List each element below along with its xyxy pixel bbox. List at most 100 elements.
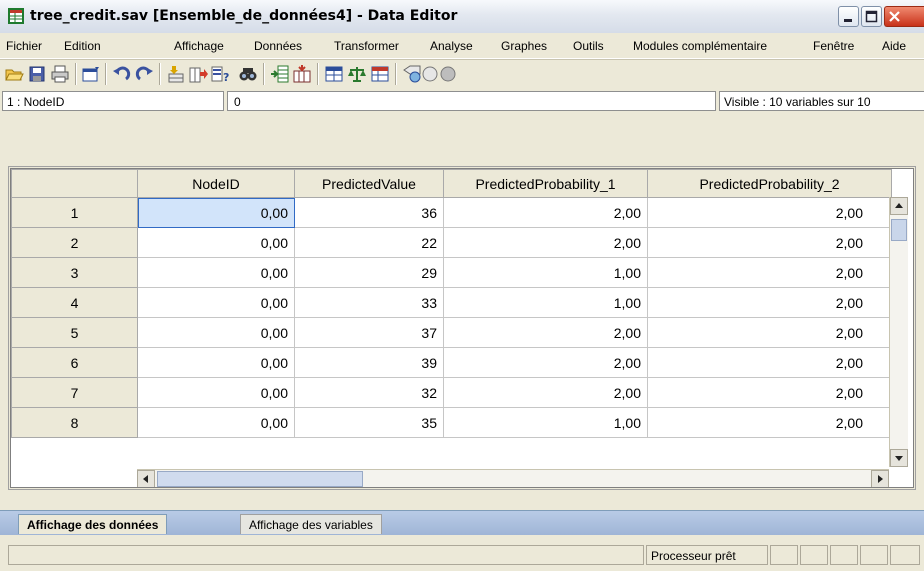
- table-cell[interactable]: 0,00: [137, 317, 295, 348]
- menu-fenetre[interactable]: Fenêtre: [813, 39, 854, 53]
- cell-value-input[interactable]: 0: [227, 91, 716, 111]
- table-cell[interactable]: 0,00: [137, 257, 295, 288]
- dialog-recall-icon[interactable]: [81, 64, 101, 84]
- row-number[interactable]: 3: [11, 257, 138, 288]
- goto-case-icon[interactable]: [166, 64, 186, 84]
- menu-fichier[interactable]: Fichier: [6, 39, 42, 53]
- table-cell[interactable]: 2,00: [647, 347, 892, 378]
- table-cell[interactable]: 36: [294, 197, 444, 228]
- table-cell[interactable]: 2,00: [647, 377, 892, 408]
- table-cell[interactable]: 0,00: [137, 227, 295, 258]
- menu-graphes[interactable]: Graphes: [501, 39, 547, 53]
- table-cell[interactable]: 2,00: [647, 197, 892, 228]
- scroll-right-button[interactable]: [871, 470, 889, 487]
- status-field: [890, 545, 920, 565]
- close-button[interactable]: [884, 6, 924, 27]
- table-cell[interactable]: 2,00: [647, 257, 892, 288]
- scroll-down-button[interactable]: [890, 449, 908, 467]
- use-sets-icon[interactable]: [420, 64, 440, 84]
- table-row: 8 0,00 35 1,00 2,00: [11, 407, 892, 438]
- menu-transformer[interactable]: Transformer: [334, 39, 399, 53]
- weight-cases-icon[interactable]: [347, 64, 367, 84]
- row-number[interactable]: 2: [11, 227, 138, 258]
- table-cell[interactable]: 2,00: [647, 287, 892, 318]
- menu-aide[interactable]: Aide: [882, 39, 906, 53]
- table-cell[interactable]: 1,00: [443, 407, 648, 438]
- menu-affichage[interactable]: Affichage: [174, 39, 224, 53]
- row-number[interactable]: 5: [11, 317, 138, 348]
- toolbar-separator: [395, 63, 397, 85]
- show-all-variables-icon[interactable]: [438, 64, 458, 84]
- vertical-scrollbar[interactable]: [889, 197, 908, 467]
- table-cell[interactable]: 32: [294, 377, 444, 408]
- table-cell[interactable]: 2,00: [443, 197, 648, 228]
- print-icon[interactable]: [50, 64, 70, 84]
- table-cell[interactable]: 0,00: [137, 287, 295, 318]
- menu-outils[interactable]: Outils: [573, 39, 604, 53]
- select-cases-icon[interactable]: [370, 64, 390, 84]
- table-cell[interactable]: 2,00: [443, 227, 648, 258]
- insert-variable-icon[interactable]: [292, 64, 312, 84]
- row-number[interactable]: 1: [11, 197, 138, 228]
- row-number[interactable]: 6: [11, 347, 138, 378]
- table-cell[interactable]: 29: [294, 257, 444, 288]
- horizontal-scrollbar[interactable]: [137, 469, 889, 487]
- table-cell[interactable]: 2,00: [647, 227, 892, 258]
- redo-icon[interactable]: [134, 64, 154, 84]
- table-cell[interactable]: 0,00: [137, 197, 295, 228]
- column-header-predictedprobability-2[interactable]: PredictedProbability_2: [647, 169, 892, 198]
- horizontal-scroll-thumb[interactable]: [157, 471, 363, 487]
- scroll-left-button[interactable]: [137, 470, 155, 487]
- table-row: 3 0,00 29 1,00 2,00: [11, 257, 892, 288]
- find-icon[interactable]: [238, 64, 258, 84]
- maximize-icon: [865, 10, 878, 23]
- goto-variable-icon[interactable]: [188, 64, 208, 84]
- table-cell[interactable]: 35: [294, 407, 444, 438]
- toolbar-separator: [317, 63, 319, 85]
- table-cell[interactable]: 33: [294, 287, 444, 318]
- undo-icon[interactable]: [112, 64, 132, 84]
- menu-analyse[interactable]: Analyse: [430, 39, 473, 53]
- minimize-button[interactable]: [838, 6, 859, 27]
- menu-modules[interactable]: Modules complémentaire: [633, 39, 767, 53]
- menu-edition[interactable]: Edition: [64, 39, 101, 53]
- table-cell[interactable]: 2,00: [647, 407, 892, 438]
- corner-cell[interactable]: [11, 169, 138, 198]
- visible-variables-info: Visible : 10 variables sur 10: [719, 91, 924, 111]
- tab-data-view[interactable]: Affichage des données: [18, 514, 168, 534]
- open-icon[interactable]: [4, 64, 24, 84]
- split-file-icon[interactable]: [324, 64, 344, 84]
- value-labels-icon[interactable]: [402, 64, 422, 84]
- title-bar[interactable]: tree_credit.sav [Ensemble_de_données4] -…: [0, 0, 924, 34]
- table-cell[interactable]: 2,00: [647, 317, 892, 348]
- column-header-predictedprobability-1[interactable]: PredictedProbability_1: [443, 169, 648, 198]
- variables-icon[interactable]: ?: [210, 64, 230, 84]
- insert-cases-icon[interactable]: [270, 64, 290, 84]
- table-cell[interactable]: 1,00: [443, 257, 648, 288]
- menu-donnees[interactable]: Données: [254, 39, 302, 53]
- status-field: [860, 545, 888, 565]
- view-tabs: Affichage des données Affichage des vari…: [0, 510, 924, 535]
- scroll-up-button[interactable]: [890, 197, 908, 215]
- table-cell[interactable]: 2,00: [443, 347, 648, 378]
- vertical-scroll-thumb[interactable]: [891, 219, 907, 241]
- row-number[interactable]: 7: [11, 377, 138, 408]
- save-icon[interactable]: [27, 64, 47, 84]
- table-cell[interactable]: 0,00: [137, 377, 295, 408]
- maximize-button[interactable]: [861, 6, 882, 27]
- row-number[interactable]: 4: [11, 287, 138, 318]
- row-number[interactable]: 8: [11, 407, 138, 438]
- column-header-predictedvalue[interactable]: PredictedValue: [294, 169, 444, 198]
- table-row: 7 0,00 32 2,00 2,00: [11, 377, 892, 408]
- table-cell[interactable]: 2,00: [443, 317, 648, 348]
- table-cell[interactable]: 0,00: [137, 407, 295, 438]
- table-cell[interactable]: 2,00: [443, 377, 648, 408]
- table-cell[interactable]: 39: [294, 347, 444, 378]
- table-cell[interactable]: 0,00: [137, 347, 295, 378]
- toolbar: ?: [0, 59, 924, 90]
- table-cell[interactable]: 1,00: [443, 287, 648, 318]
- table-cell[interactable]: 37: [294, 317, 444, 348]
- tab-variable-view[interactable]: Affichage des variables: [240, 514, 382, 534]
- column-header-nodeid[interactable]: NodeID: [137, 169, 295, 198]
- table-cell[interactable]: 22: [294, 227, 444, 258]
